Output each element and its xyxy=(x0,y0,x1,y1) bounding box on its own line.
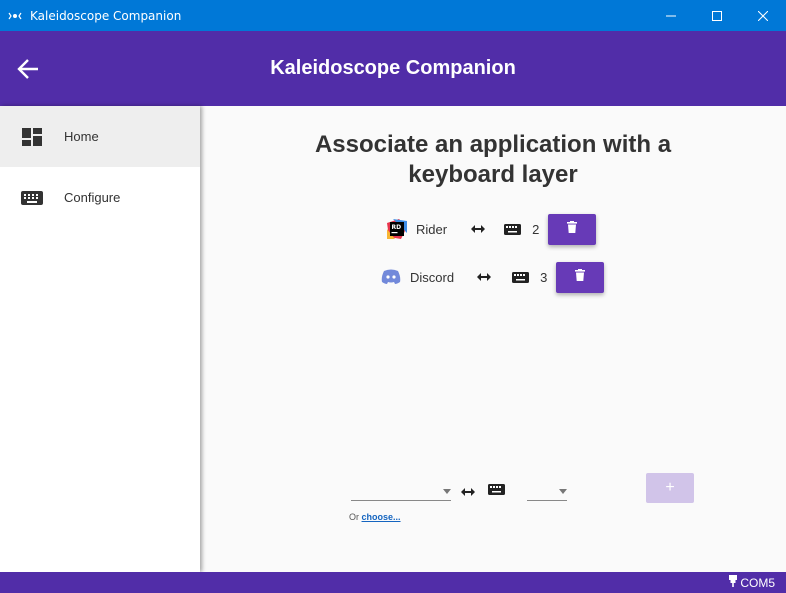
close-button[interactable] xyxy=(740,0,786,31)
svg-text:RD: RD xyxy=(392,224,402,231)
choose-hint: Or choose... xyxy=(349,512,401,522)
layer-number: 2 xyxy=(532,221,540,237)
chevron-down-icon xyxy=(559,489,567,494)
app-title: Kaleidoscope Companion xyxy=(270,57,516,79)
keyboard-icon xyxy=(488,482,505,500)
trash-icon xyxy=(567,220,578,238)
maximize-button[interactable] xyxy=(694,0,740,31)
kaleidoscope-icon xyxy=(0,0,30,31)
sidebar-item-label: Home xyxy=(64,129,99,144)
sidebar: Home Configure xyxy=(0,106,200,572)
double-arrow-icon xyxy=(474,270,494,284)
sidebar-item-label: Configure xyxy=(64,190,121,205)
window-titlebar: Kaleidoscope Companion xyxy=(0,0,786,31)
dashboard-icon xyxy=(21,126,43,148)
status-bar: COM5 xyxy=(0,572,786,593)
delete-button[interactable] xyxy=(548,213,597,245)
application-select[interactable] xyxy=(351,483,451,501)
page-title: Associate an application with a keyboard… xyxy=(314,131,672,188)
app-name: Discord xyxy=(410,269,455,285)
or-label: Or xyxy=(349,512,359,522)
sidebar-item-home[interactable]: Home xyxy=(0,106,200,167)
window-title: Kaleidoscope Companion xyxy=(30,8,182,23)
port-indicator: COM5 xyxy=(728,575,775,590)
keyboard-icon xyxy=(503,222,521,236)
app-bar: Kaleidoscope Companion xyxy=(0,31,786,106)
double-arrow-icon xyxy=(461,483,475,501)
sidebar-item-configure[interactable]: Configure xyxy=(0,167,200,228)
keyboard-icon xyxy=(21,187,43,209)
delete-button[interactable] xyxy=(556,261,605,293)
rider-icon: RD xyxy=(386,218,408,240)
layer-select[interactable] xyxy=(527,483,567,501)
layer-number: 3 xyxy=(540,269,548,285)
discord-icon xyxy=(380,266,402,288)
add-button[interactable]: + xyxy=(646,473,694,503)
app-name: Rider xyxy=(416,221,448,237)
port-label: COM5 xyxy=(740,575,775,590)
chevron-down-icon xyxy=(443,489,451,494)
minimize-button[interactable] xyxy=(648,0,694,31)
trash-icon xyxy=(575,268,586,286)
keyboard-icon xyxy=(511,270,529,284)
main-content: Associate an application with a keyboard… xyxy=(205,106,786,572)
double-arrow-icon xyxy=(468,222,488,236)
usb-plug-icon xyxy=(728,575,738,590)
association-row: Discord 3 xyxy=(380,261,605,293)
choose-link[interactable]: choose... xyxy=(362,512,401,522)
association-row: RD Rider 2 xyxy=(386,213,597,245)
